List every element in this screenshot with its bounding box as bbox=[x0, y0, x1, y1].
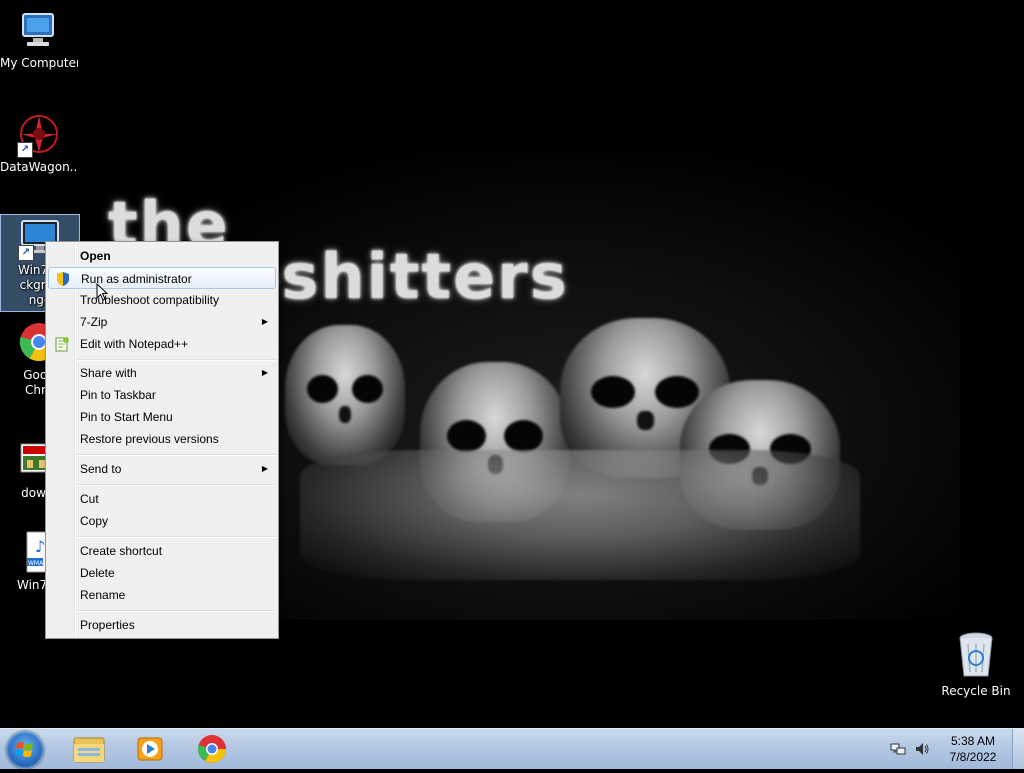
submenu-arrow-icon: ▶ bbox=[261, 464, 268, 473]
start-button[interactable] bbox=[6, 731, 44, 769]
desktop-icon-my-computer[interactable]: My Computer bbox=[0, 8, 78, 71]
menu-item-share-with[interactable]: Share with ▶ bbox=[48, 362, 276, 384]
desktop-icon-recycle-bin[interactable]: Recycle Bin bbox=[940, 630, 1012, 698]
media-player-icon bbox=[137, 737, 163, 761]
menu-item-copy[interactable]: Copy bbox=[48, 510, 276, 532]
mouse-cursor-icon bbox=[96, 283, 108, 301]
datawagon-icon: ↗ bbox=[17, 112, 61, 158]
clock-date: 7/8/2022 bbox=[949, 750, 997, 764]
submenu-arrow-icon: ▶ bbox=[261, 368, 268, 377]
menu-item-7zip[interactable]: 7-Zip ▶ bbox=[48, 311, 276, 333]
computer-icon bbox=[17, 8, 61, 52]
shortcut-arrow-icon: ↗ bbox=[18, 245, 34, 261]
explorer-icon bbox=[73, 737, 105, 763]
recycle-bin-icon bbox=[954, 630, 998, 680]
menu-item-restore-previous-versions[interactable]: Restore previous versions bbox=[48, 428, 276, 450]
menu-item-cut[interactable]: Cut bbox=[48, 488, 276, 510]
menu-item-troubleshoot-compatibility[interactable]: Troubleshoot compatibility bbox=[48, 289, 276, 311]
submenu-arrow-icon: ▶ bbox=[261, 317, 268, 326]
menu-item-edit-with-notepad[interactable]: Edit with Notepad++ bbox=[48, 333, 276, 355]
desktop-icon-label: Recycle Bin bbox=[941, 684, 1011, 698]
svg-text:♪: ♪ bbox=[35, 537, 45, 556]
uac-shield-icon bbox=[55, 271, 71, 287]
menu-separator bbox=[77, 454, 275, 456]
windows-logo-icon bbox=[15, 742, 33, 757]
notepad-plus-plus-icon bbox=[54, 336, 70, 352]
context-menu: Open Run as administrator Troubleshoot c… bbox=[45, 241, 279, 639]
menu-item-pin-to-taskbar[interactable]: Pin to Taskbar bbox=[48, 384, 276, 406]
show-desktop-button[interactable] bbox=[1012, 729, 1024, 769]
clock-time: 5:38 AM bbox=[950, 734, 996, 748]
menu-item-delete[interactable]: Delete bbox=[48, 562, 276, 584]
network-icon[interactable] bbox=[890, 741, 906, 757]
menu-item-properties[interactable]: Properties bbox=[48, 614, 276, 636]
volume-icon[interactable] bbox=[914, 741, 930, 757]
taskbar-chrome-button[interactable] bbox=[184, 730, 240, 768]
menu-item-send-to[interactable]: Send to ▶ bbox=[48, 458, 276, 480]
shortcut-arrow-icon: ↗ bbox=[17, 142, 33, 158]
menu-item-run-as-administrator[interactable]: Run as administrator bbox=[48, 267, 276, 289]
menu-separator bbox=[77, 359, 275, 361]
taskbar-media-player-button[interactable] bbox=[122, 730, 178, 768]
menu-item-create-shortcut[interactable]: Create shortcut bbox=[48, 540, 276, 562]
chrome-icon bbox=[197, 735, 226, 763]
desktop-icon-label: DataWagon... bbox=[0, 160, 78, 174]
taskbar-explorer-button[interactable] bbox=[60, 730, 116, 768]
menu-item-rename[interactable]: Rename bbox=[48, 584, 276, 606]
desktop-icon-datawagon[interactable]: ↗ DataWagon... bbox=[0, 112, 78, 175]
menu-separator bbox=[77, 536, 275, 538]
desktop-icon-label: My Computer bbox=[0, 56, 78, 70]
taskbar: 5:38 AM 7/8/2022 bbox=[0, 728, 1024, 769]
clock[interactable]: 5:38 AM 7/8/2022 bbox=[940, 733, 1006, 765]
menu-separator bbox=[77, 610, 275, 612]
menu-separator bbox=[77, 484, 275, 486]
menu-item-pin-to-start-menu[interactable]: Pin to Start Menu bbox=[48, 406, 276, 428]
svg-text:WMA: WMA bbox=[28, 560, 44, 567]
menu-item-open[interactable]: Open bbox=[48, 245, 276, 267]
